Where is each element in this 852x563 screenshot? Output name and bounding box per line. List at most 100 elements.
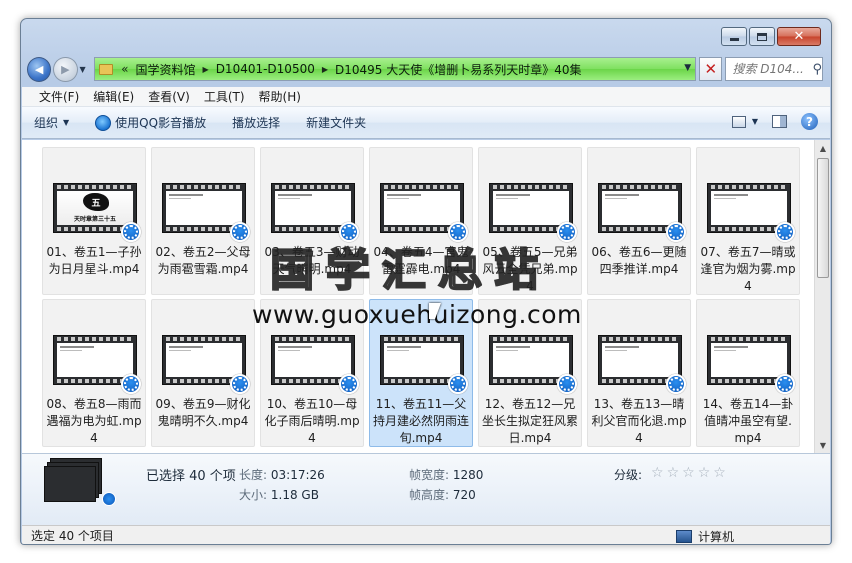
forward-button[interactable]: ▶	[53, 56, 78, 82]
mouse-cursor-icon	[429, 303, 441, 319]
thumbnail-frame	[711, 191, 787, 225]
qq-video-badge-icon	[121, 374, 141, 394]
thumbnail-text-line	[714, 198, 736, 199]
menu-file[interactable]: 文件(F)	[32, 88, 86, 105]
star-icon[interactable]: ☆	[667, 466, 680, 480]
thumbnail-frame: 五天时章第三十五	[57, 191, 133, 225]
file-item[interactable]: 13、卷五13—晴利父官而化退.mp4	[587, 299, 691, 447]
close-button[interactable]: ✕	[777, 27, 821, 46]
menu-tools[interactable]: 工具(T)	[197, 88, 252, 105]
star-icon[interactable]: ☆	[698, 466, 711, 480]
length-label: 长度:	[239, 468, 268, 482]
menu-help[interactable]: 帮助(H)	[252, 88, 308, 105]
thumbnail-text-line	[278, 350, 300, 351]
length-field: 长度: 03:17:26	[239, 466, 325, 483]
thumbnail-text-line	[605, 194, 639, 196]
thumbnail-text-line	[605, 350, 627, 351]
thumbnail-frame	[57, 343, 133, 377]
qq-video-badge-icon	[339, 374, 359, 394]
file-item[interactable]: 07、卷五7—晴或逢官为烟为雾.mp4	[696, 147, 800, 295]
minimize-button[interactable]	[721, 27, 747, 46]
file-item[interactable]: 09、卷五9—财化鬼晴明不久.mp4	[151, 299, 255, 447]
minimize-icon	[729, 38, 739, 41]
thumbnail-text-line	[169, 194, 203, 196]
thumbnail-frame	[384, 343, 460, 377]
organize-button[interactable]: 组织 ▼	[34, 114, 69, 131]
film-sprockets	[384, 185, 460, 189]
file-name: 08、卷五8—雨而遇福为电为虹.mp4	[46, 397, 142, 445]
play-with-qq-label: 使用QQ影音播放	[115, 116, 207, 130]
star-icon[interactable]: ☆	[651, 466, 664, 480]
new-folder-label: 新建文件夹	[306, 116, 367, 130]
menu-view[interactable]: 查看(V)	[141, 88, 197, 105]
play-with-qq-button[interactable]: 使用QQ影音播放	[95, 114, 206, 131]
address-bar[interactable]: « 国学资料馆 ▶ D10401-D10500 ▶ D10495 大天使《增删卜…	[94, 57, 697, 81]
new-folder-button[interactable]: 新建文件夹	[306, 114, 366, 131]
view-options-dropdown[interactable]: ▼	[752, 117, 758, 126]
thumbnail-frame	[275, 343, 351, 377]
thumbnail-text-line	[60, 346, 94, 348]
thumbnail-frame	[602, 343, 678, 377]
scroll-down-icon[interactable]: ▼	[815, 437, 830, 453]
thumbnail-text-line	[278, 346, 312, 348]
thumbnail-text-line	[714, 350, 736, 351]
thumbnail-frame	[493, 191, 569, 225]
stop-icon: ✕	[704, 60, 718, 78]
star-icon[interactable]: ☆	[682, 466, 695, 480]
file-item[interactable]: 06、卷五6—更随四季推详.mp4	[587, 147, 691, 295]
preview-pane-icon[interactable]	[772, 115, 787, 128]
address-history-dropdown[interactable]: ▼	[684, 63, 691, 73]
file-item[interactable]: 08、卷五8—雨而遇福为电为虹.mp4	[42, 299, 146, 447]
rating-stars[interactable]: ☆ ☆ ☆ ☆ ☆	[651, 466, 726, 480]
breadcrumb-item-current[interactable]: D10495 大天使《增删卜易系列天时章》40集	[330, 61, 587, 78]
breadcrumb-overflow[interactable]: «	[119, 62, 130, 76]
maximize-button[interactable]	[749, 27, 775, 46]
star-icon[interactable]: ☆	[713, 466, 726, 480]
file-item[interactable]: 14、卷五14—卦值晴冲虽空有望.mp4	[696, 299, 800, 447]
thumbnail-text-line	[169, 350, 191, 351]
qq-video-badge-icon	[557, 222, 577, 242]
change-view-icon[interactable]	[731, 115, 746, 128]
breadcrumb-separator-icon[interactable]: ▶	[201, 65, 211, 74]
forward-arrow-icon: ▶	[61, 62, 70, 76]
size-label: 大小:	[239, 488, 268, 502]
qq-video-badge-icon	[230, 222, 250, 242]
vertical-scrollbar[interactable]: ▲ ▼	[814, 140, 830, 453]
play-selection-label: 播放选择	[232, 116, 281, 130]
scrollbar-thumb[interactable]	[817, 158, 829, 278]
search-box[interactable]: ⚲	[725, 57, 823, 81]
back-button[interactable]: ◀	[27, 56, 52, 82]
file-name: 06、卷五6—更随四季推详.mp4	[591, 245, 687, 276]
breadcrumb-item[interactable]: D10401-D10500	[211, 62, 320, 76]
film-sprockets	[602, 337, 678, 341]
menu-bar: 文件(F) 编辑(E) 查看(V) 工具(T) 帮助(H)	[22, 87, 830, 107]
breadcrumb-item[interactable]: 国学资料馆	[131, 61, 201, 78]
back-arrow-icon: ◀	[34, 62, 44, 76]
chevron-down-icon: ▼	[63, 118, 70, 127]
file-name: 07、卷五7—晴或逢官为烟为雾.mp4	[700, 245, 796, 293]
recent-pages-dropdown[interactable]: ▼	[80, 65, 90, 74]
scroll-up-icon[interactable]: ▲	[815, 140, 830, 156]
menu-edit[interactable]: 编辑(E)	[86, 88, 141, 105]
help-icon[interactable]: ?	[801, 113, 818, 130]
film-sprockets	[275, 185, 351, 189]
computer-icon	[676, 530, 692, 543]
frame-width-field: 帧宽度: 1280	[409, 466, 483, 483]
stop-loading-button[interactable]: ✕	[699, 57, 723, 81]
qq-video-badge-icon	[121, 222, 141, 242]
navigation-row: ◀ ▶ ▼ « 国学资料馆 ▶ D10401-D10500 ▶ D10495 大…	[27, 55, 823, 83]
frame-width-value: 1280	[452, 468, 484, 482]
breadcrumb-separator-icon[interactable]: ▶	[320, 65, 330, 74]
play-selection-button[interactable]: 播放选择	[232, 114, 280, 131]
thumbnail-text-line	[496, 350, 518, 351]
file-item[interactable]: 02、卷五2—父母为雨雹雪霜.mp4	[151, 147, 255, 295]
status-location-text: 计算机	[698, 530, 735, 544]
search-icon[interactable]: ⚲	[812, 62, 822, 77]
file-name: 12、卷五12—兄坐长生拟定狂风累日.mp4	[481, 397, 578, 445]
search-input[interactable]	[732, 62, 811, 76]
status-bar: 选定 40 个项目 计算机	[22, 525, 830, 544]
file-item[interactable]: 五天时章第三十五 01、卷五1—子孙为日月星斗.mp4	[42, 147, 146, 295]
command-bar: 组织 ▼ 使用QQ影音播放 播放选择 新建文件夹 ▼ ?	[22, 107, 830, 139]
thumbnail-text-line	[169, 198, 191, 199]
thumbnail-text-line	[496, 198, 518, 199]
